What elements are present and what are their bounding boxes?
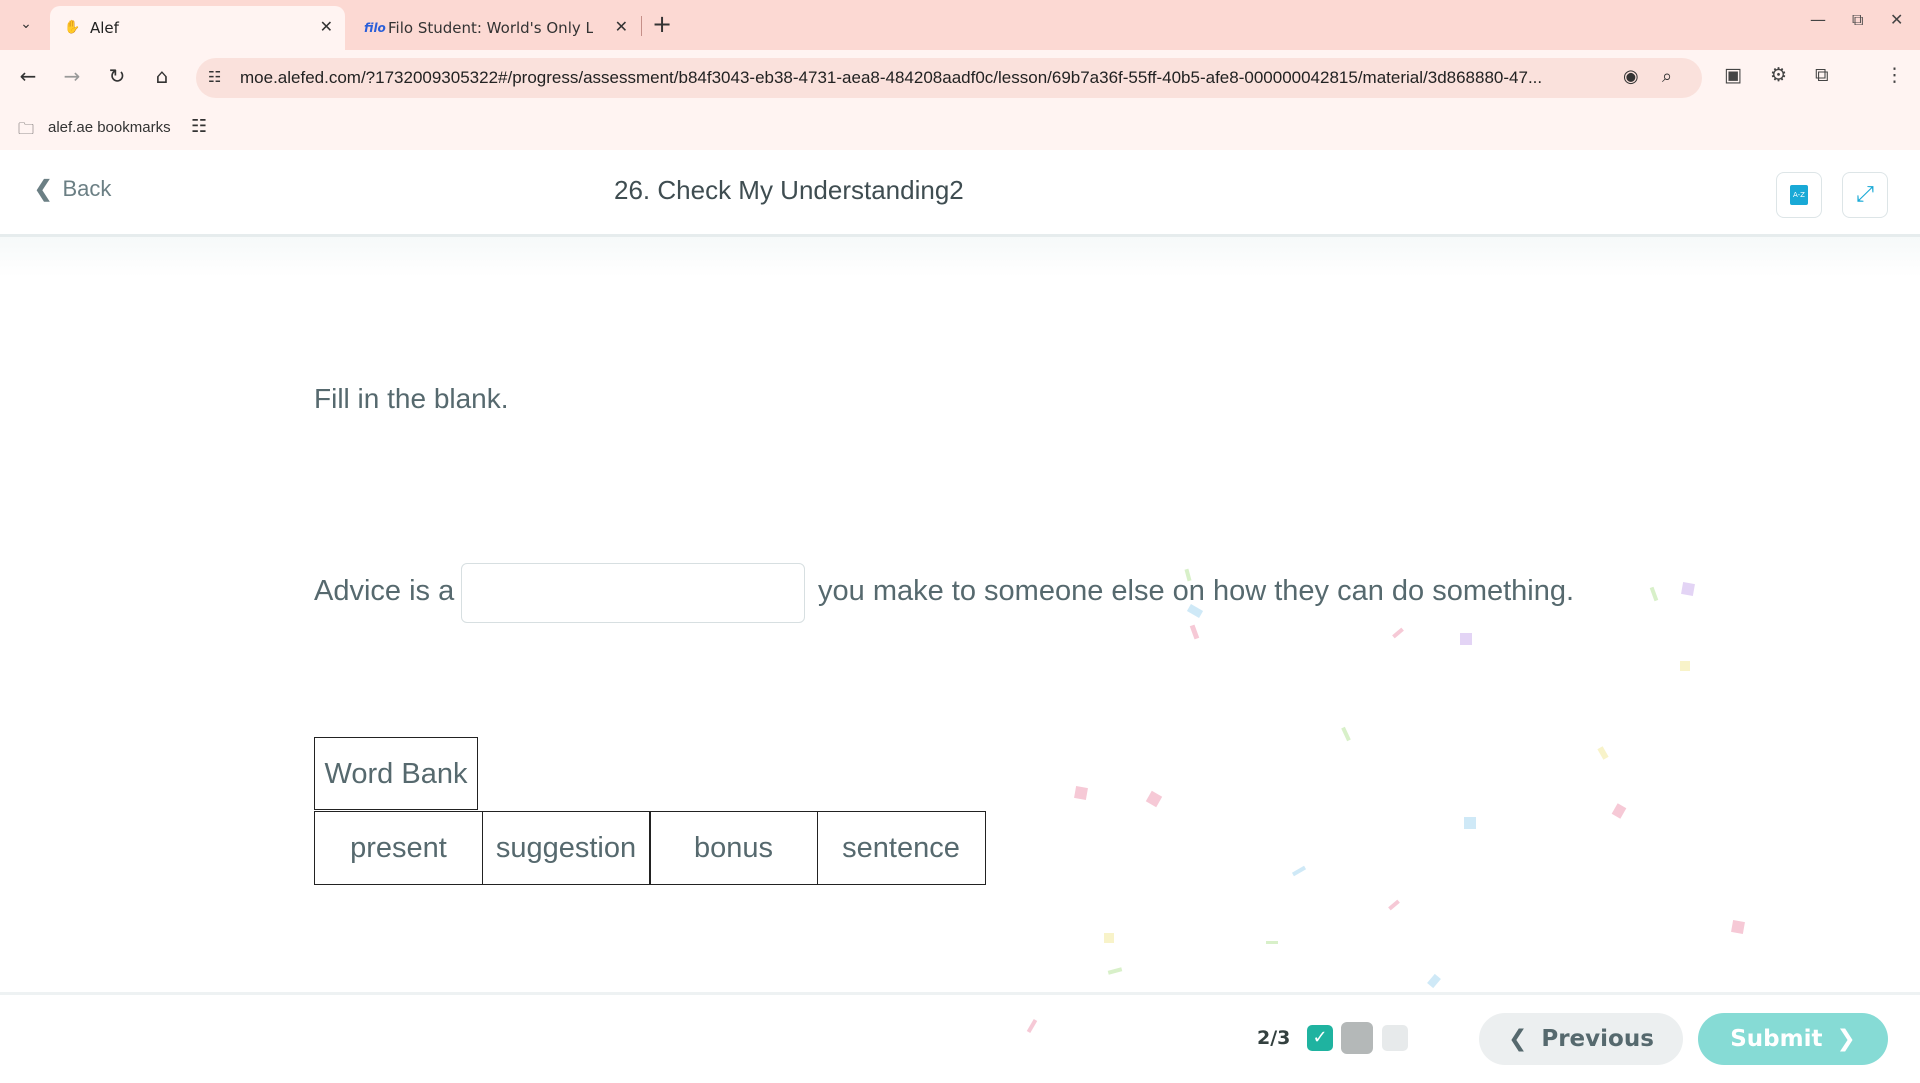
extension-gear-icon[interactable]: ⚙: [1770, 64, 1787, 86]
new-tab-plus-icon[interactable]: +: [652, 10, 672, 38]
restore-icon[interactable]: ⧉: [1852, 10, 1863, 30]
alef-favicon-icon: ✋: [64, 20, 81, 35]
chevron-left-icon: ❮: [1508, 1026, 1528, 1052]
submit-label: Submit: [1730, 1026, 1823, 1052]
fill-in-sentence: Advice is a you make to someone else on …: [314, 563, 1614, 623]
word-bank-title: Word Bank: [314, 737, 478, 810]
home-icon[interactable]: ⌂: [148, 64, 176, 88]
sentence-after-blank: you make to someone else on how they can…: [818, 575, 1575, 607]
location-pin-icon[interactable]: ◉: [1623, 66, 1639, 87]
bookmark-folder-label[interactable]: alef.ae bookmarks: [48, 119, 171, 136]
chevron-left-icon: ❮: [34, 176, 53, 201]
check-icon: ✓: [1312, 1027, 1328, 1048]
word-bank: present suggestion bonus sentence: [314, 811, 986, 885]
browser-tab-bar: ⌄ ✋ Alef ✕ filo Filo Student: World's On…: [0, 0, 1920, 50]
filo-favicon-icon: filo: [364, 21, 386, 35]
tab-search-chevron-icon[interactable]: ⌄: [14, 12, 38, 36]
glossary-book-icon: A-Z: [1790, 185, 1808, 205]
lesson-header: ❮ Back 26. Check My Understanding2 A-Z ⤢: [0, 150, 1920, 237]
question-dot-completed[interactable]: ✓: [1307, 1025, 1333, 1051]
tab-title: Filo Student: World's Only Live I: [388, 19, 593, 37]
sentence-before-blank: Advice is a: [314, 575, 455, 607]
bookmarks-bar: 🗀 alef.ae bookmarks ☷: [0, 106, 1920, 150]
word-bank-item[interactable]: present: [314, 811, 483, 885]
expand-icon: ⤢: [1856, 182, 1874, 207]
chevron-right-icon: ❯: [1836, 1026, 1856, 1052]
extensions-puzzle-icon[interactable]: ⧉: [1815, 64, 1829, 86]
bookmark-folder-icon: 🗀: [18, 119, 35, 138]
cast-icon[interactable]: ▣: [1724, 64, 1742, 86]
question-area: Fill in the blank. Advice is a you make …: [0, 237, 1920, 992]
assessment-footer: 2/3 ✓ ❮ Previous Submit ❯: [0, 992, 1920, 1083]
tab-filo[interactable]: filo Filo Student: World's Only Live I ✕: [350, 6, 640, 50]
answer-blank-input[interactable]: [461, 563, 805, 623]
tab-close-icon[interactable]: ✕: [615, 17, 628, 36]
question-instruction: Fill in the blank.: [314, 383, 509, 414]
previous-label: Previous: [1541, 1026, 1654, 1052]
back-arrow-icon[interactable]: ←: [14, 64, 42, 88]
tab-close-icon[interactable]: ✕: [320, 17, 333, 36]
apps-grid-icon[interactable]: ☷: [191, 116, 207, 137]
more-menu-icon[interactable]: ⋮: [1885, 64, 1904, 86]
zoom-icon[interactable]: ⌕: [1662, 66, 1672, 87]
back-button[interactable]: ❮ Back: [34, 176, 111, 202]
browser-toolbar: ← → ↻ ⌂ ☷ moe.alefed.com/?1732009305322#…: [0, 50, 1920, 106]
word-bank-item[interactable]: sentence: [816, 811, 986, 885]
question-dot-pending[interactable]: [1382, 1025, 1408, 1051]
forward-arrow-icon[interactable]: →: [58, 64, 86, 88]
url-text[interactable]: moe.alefed.com/?1732009305322#/progress/…: [240, 68, 1620, 88]
submit-button[interactable]: Submit ❯: [1698, 1013, 1888, 1065]
address-bar[interactable]: ☷ moe.alefed.com/?1732009305322#/progres…: [196, 58, 1702, 98]
question-progress: 2/3: [1257, 1027, 1291, 1049]
tab-title: Alef: [90, 19, 119, 37]
tab-alef[interactable]: ✋ Alef ✕: [50, 6, 345, 50]
tab-divider: [641, 16, 642, 36]
reload-icon[interactable]: ↻: [103, 64, 131, 88]
previous-button[interactable]: ❮ Previous: [1479, 1013, 1683, 1065]
minimize-icon[interactable]: —: [1810, 10, 1826, 29]
back-label: Back: [62, 176, 112, 201]
site-info-icon[interactable]: ☷: [208, 68, 221, 86]
fullscreen-button[interactable]: ⤢: [1842, 172, 1888, 218]
close-window-icon[interactable]: ✕: [1890, 10, 1903, 29]
page-title: 26. Check My Understanding2: [614, 175, 964, 205]
question-dot-current[interactable]: [1341, 1022, 1373, 1054]
confetti-decoration: [1026, 1018, 1038, 1034]
word-bank-item[interactable]: bonus: [649, 811, 818, 885]
word-bank-item[interactable]: suggestion: [481, 811, 651, 885]
glossary-button[interactable]: A-Z: [1776, 172, 1822, 218]
